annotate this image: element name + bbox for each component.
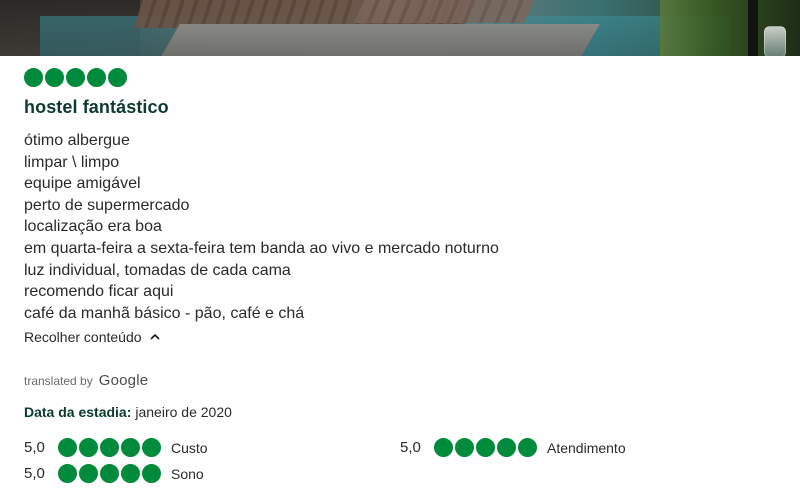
rating-bubble-icon [79, 464, 98, 483]
rating-bubble-icon [100, 438, 119, 457]
collapse-content-button[interactable]: Recolher conteúdo [24, 329, 162, 345]
rating-bubble-icon [45, 68, 64, 87]
subrating-bubbles [58, 438, 161, 457]
rating-bubble-icon [108, 68, 127, 87]
rating-bubble-icon [58, 438, 77, 457]
rating-bubble-icon [121, 464, 140, 483]
date-of-stay-label: Data da estadia: [24, 404, 132, 420]
review-body-line: localização era boa [24, 218, 162, 236]
subrating-bubbles [58, 464, 161, 483]
subratings: 5,0 Custo 5,0 Atendimento 5,0 Sono [24, 438, 784, 490]
rating-bubble-icon [476, 438, 495, 457]
subrating-score: 5,0 [24, 439, 45, 456]
review-title: hostel fantástico [24, 97, 169, 117]
review-body-line: café da manhã básico - pão, café e chá [24, 304, 305, 322]
photo-post [748, 0, 758, 56]
subrating-bubbles [434, 438, 537, 457]
rating-bubble-icon [434, 438, 453, 457]
rating-bubble-icon [142, 464, 161, 483]
bubble-rating [24, 68, 127, 87]
google-wordmark: Google [98, 372, 149, 389]
review-body-line: limpar \ limpo [24, 153, 120, 171]
review-photo[interactable] [0, 0, 800, 56]
subrating-category: Sono [171, 465, 204, 482]
review-body-line: perto de supermercado [24, 196, 190, 214]
rating-bubble-icon [24, 68, 43, 87]
subrating-category: Atendimento [547, 439, 626, 456]
subrating-score: 5,0 [24, 465, 45, 482]
review-body-line: equipe amigável [24, 175, 141, 193]
subrating-category: Custo [171, 439, 208, 456]
review-body-line: em quarta-feira a sexta-feira tem banda … [24, 239, 499, 257]
chevron-up-icon [148, 330, 162, 344]
rating-bubble-icon [66, 68, 85, 87]
rating-bubble-icon [455, 438, 474, 457]
translated-by-label: translated by [24, 373, 93, 388]
review-body-line: ótimo albergue [24, 132, 130, 149]
rating-bubble-icon [497, 438, 516, 457]
rating-bubble-icon [121, 438, 140, 457]
rating-bubble-icon [100, 464, 119, 483]
translated-by-google: translated by Google [24, 372, 148, 389]
rating-bubble-icon [142, 438, 161, 457]
review-body: ótimo albergue limpar \ limpo equipe ami… [24, 130, 499, 324]
subrating-custo: 5,0 Custo [24, 438, 208, 457]
photo-bottle [764, 26, 786, 56]
rating-bubble-icon [518, 438, 537, 457]
photo-deck-2 [354, 0, 536, 23]
date-of-stay-value: janeiro de 2020 [135, 404, 232, 420]
review-body-line: recomendo ficar aqui [24, 283, 174, 301]
collapse-content-label: Recolher conteúdo [24, 329, 142, 345]
subrating-score: 5,0 [400, 439, 421, 456]
review-body-line: luz individual, tomadas de cada cama [24, 261, 291, 279]
rating-bubble-icon [58, 464, 77, 483]
photo-bench [160, 24, 600, 56]
rating-bubble-icon [87, 68, 106, 87]
date-of-stay: Data da estadia: janeiro de 2020 [24, 404, 232, 420]
subrating-sono: 5,0 Sono [24, 464, 204, 483]
subrating-atendimento: 5,0 Atendimento [400, 438, 626, 457]
rating-bubble-icon [79, 438, 98, 457]
